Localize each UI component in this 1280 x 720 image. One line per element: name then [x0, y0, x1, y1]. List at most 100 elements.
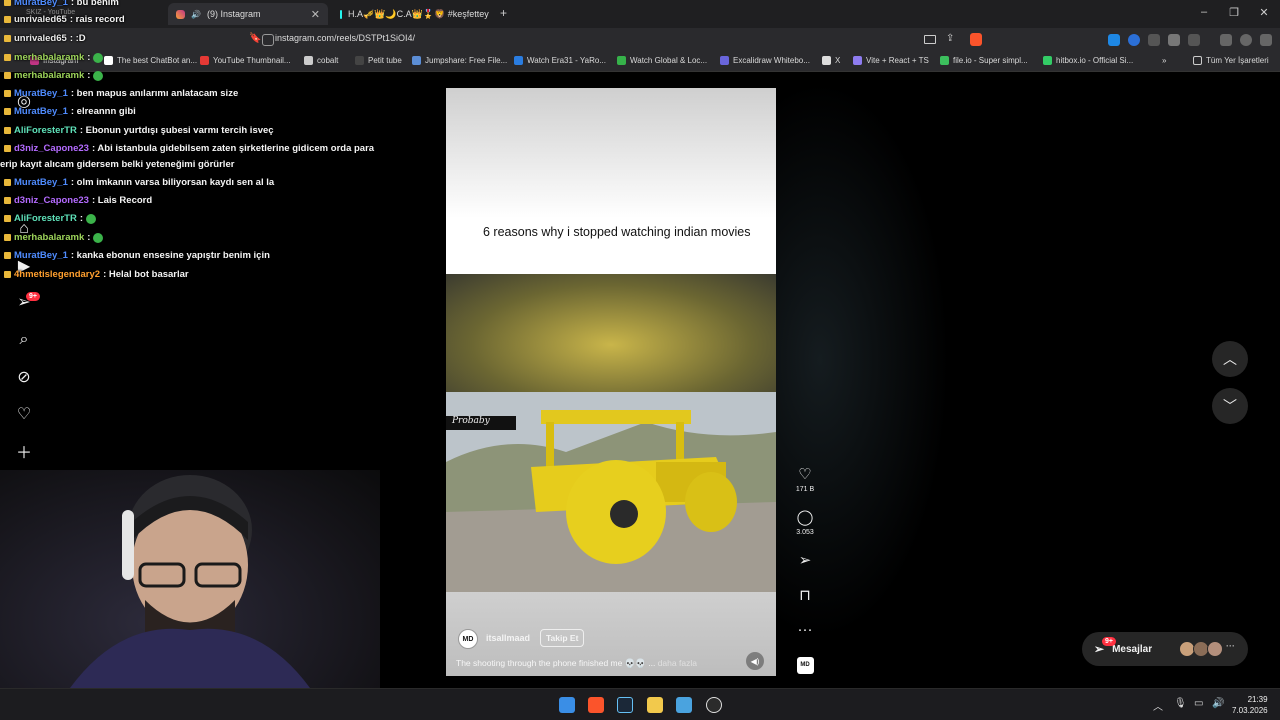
bookmark-item[interactable]: Watch Global & Loc...	[617, 56, 707, 65]
puzzle-icon[interactable]	[1168, 34, 1180, 46]
messages-button[interactable]: ➢ 9+ Mesajlar ···	[1082, 632, 1248, 666]
bookmarks-overflow-button[interactable]: »	[1162, 56, 1166, 65]
all-bookmarks-button[interactable]: Tüm Yer İşaretleri	[1193, 56, 1269, 65]
bookmark-favicon-icon	[822, 56, 831, 65]
caption-more-link[interactable]: daha fazla	[658, 658, 697, 668]
brave-icon[interactable]	[588, 697, 604, 713]
explore-icon[interactable]: ⊘	[14, 367, 34, 387]
bookmark-item[interactable]: Watch Era31 - YaRo...	[514, 56, 606, 65]
new-tab-button[interactable]: +	[500, 6, 507, 20]
avatar	[1207, 641, 1223, 657]
chat-username[interactable]: merhabalaramk	[14, 52, 84, 63]
bookmark-label: Watch Global & Loc...	[630, 56, 708, 65]
network-icon[interactable]: ▭	[1194, 698, 1203, 709]
comment-count: 3.053	[796, 529, 814, 536]
more-options-button[interactable]: ···	[793, 622, 817, 638]
minimize-icon[interactable]: –	[1194, 6, 1214, 18]
webcam-person-image	[70, 475, 310, 688]
creator-avatar[interactable]: MD	[458, 629, 478, 649]
creator-username[interactable]: itsallmaad	[486, 633, 530, 643]
bookmark-favicon-icon	[514, 56, 523, 65]
chat-username[interactable]: merhabalaramk	[14, 232, 84, 243]
chat-username[interactable]: MuratBey_1	[14, 177, 68, 188]
chat-message: d3niz_Capone23 : Abi istanbula gidebilse…	[4, 143, 374, 154]
chat-username[interactable]: unrivaled65	[14, 33, 67, 44]
volume-icon[interactable]: 🔊	[1212, 698, 1224, 709]
music-icon[interactable]	[1220, 34, 1232, 46]
send-icon: ➢	[798, 552, 812, 569]
chat-emote-icon	[93, 232, 104, 243]
chat-badge-icon	[4, 35, 11, 42]
chat-text: : bu benim	[70, 0, 119, 8]
restore-icon[interactable]: ❐	[1224, 6, 1244, 19]
system-clock[interactable]: 21:39 7.03.2026	[1232, 694, 1268, 716]
heart-icon[interactable]: ♡	[14, 404, 34, 424]
previous-reel-button[interactable]: ︿	[1212, 341, 1248, 377]
bookmark-item[interactable]: X	[822, 56, 840, 65]
steam-icon[interactable]	[617, 697, 633, 713]
reel-blurred-frame	[446, 274, 776, 392]
chevron-up-icon[interactable]: ︿	[1153, 698, 1163, 713]
video-watermark: Probaby	[446, 416, 516, 430]
extension-icon[interactable]	[1128, 34, 1140, 46]
chat-badge-icon	[4, 72, 11, 79]
chat-message: AliForesterTR :	[4, 213, 96, 224]
comment-button[interactable]: ◯ 3.053	[793, 510, 817, 537]
vpn-icon[interactable]	[1240, 34, 1252, 46]
like-button[interactable]: ♡ 171 B	[793, 467, 817, 494]
clock-date: 7.03.2026	[1232, 706, 1268, 715]
reel-caption: The shooting through the phone finished …	[456, 658, 697, 669]
extension-icon[interactable]	[1108, 34, 1120, 46]
chat-text: : :D	[69, 33, 86, 44]
menu-icon[interactable]	[1260, 34, 1272, 46]
chat-text: : kanka ebonun ensesine yapıştır benim i…	[70, 250, 270, 261]
screen: 🔊 (9) Instagram ✕ H.A🎺👑🌙C.A👑🎖️🦁 #keşfett…	[0, 0, 1280, 720]
clock-time: 21:39	[1247, 695, 1268, 704]
webcam-overlay	[0, 470, 380, 688]
search-icon[interactable]: ⌕	[14, 330, 34, 350]
file-explorer-icon[interactable]	[647, 697, 663, 713]
chat-username[interactable]: merhabalaramk	[14, 70, 84, 81]
reel-video[interactable]: 6 reasons why i stopped watching indian …	[446, 88, 776, 676]
chat-text: : olm imkanın varsa biliyorsan kaydı sen…	[70, 177, 275, 188]
share-icon[interactable]: ⇪	[946, 33, 954, 44]
cast-icon[interactable]	[924, 35, 936, 44]
bookmark-item[interactable]: file.io - Super simpl...	[940, 56, 1028, 65]
chat-emote-icon	[93, 52, 104, 63]
chat-text: :	[79, 213, 83, 224]
follow-button[interactable]: Takip Et	[540, 629, 585, 647]
app-icon[interactable]	[676, 697, 692, 713]
chat-username[interactable]: MuratBey_1	[14, 106, 68, 117]
close-window-icon[interactable]: ✕	[1254, 6, 1274, 19]
bookmark-item[interactable]: Vite + React + TS	[853, 56, 929, 65]
bookmark-item[interactable]: Excalidraw Whitebo...	[720, 56, 810, 65]
windows-start-icon[interactable]	[559, 697, 575, 713]
bookmark-item[interactable]: Jumpshare: Free File...	[412, 56, 507, 65]
bookmark-item[interactable]: hitbox.io - Official Si...	[1043, 56, 1133, 65]
chat-username[interactable]: d3niz_Capone23	[14, 143, 89, 154]
save-button[interactable]: ⊓	[793, 588, 817, 604]
chat-username[interactable]: AliForesterTR	[14, 125, 77, 136]
sidebar-icon[interactable]	[1188, 34, 1200, 46]
folder-icon	[1193, 56, 1202, 65]
create-icon[interactable]: ＋	[14, 441, 34, 462]
chat-username[interactable]: AliForesterTR	[14, 213, 77, 224]
chat-username[interactable]: d3niz_Capone23	[14, 195, 89, 206]
chat-username[interactable]: MuratBey_1	[14, 250, 68, 261]
brave-shield-icon[interactable]	[970, 33, 982, 46]
chat-username[interactable]: unrivaled65	[14, 14, 67, 25]
chat-username[interactable]: MuratBey_1	[14, 88, 68, 99]
extension-icon[interactable]	[1148, 34, 1160, 46]
reel-footer: MD itsallmaad Takip Et The shooting thro…	[446, 592, 776, 676]
stream-chat: MuratBey_1 : bu benim unrivaled65 : rais …	[0, 0, 380, 290]
chat-username[interactable]: 4hmetislegendary2	[14, 269, 100, 280]
app-icon[interactable]	[706, 697, 722, 713]
chat-message: merhabalaramk :	[4, 70, 104, 81]
next-reel-button[interactable]: ﹀	[1212, 388, 1248, 424]
share-button[interactable]: ➢	[793, 553, 817, 569]
mute-icon[interactable]: ◀)	[746, 652, 764, 670]
bookmark-favicon-icon	[1043, 56, 1052, 65]
audio-button[interactable]: MD	[793, 657, 817, 674]
microphone-icon[interactable]: 🎙	[1174, 698, 1187, 709]
chat-username[interactable]: MuratBey_1	[14, 0, 68, 8]
